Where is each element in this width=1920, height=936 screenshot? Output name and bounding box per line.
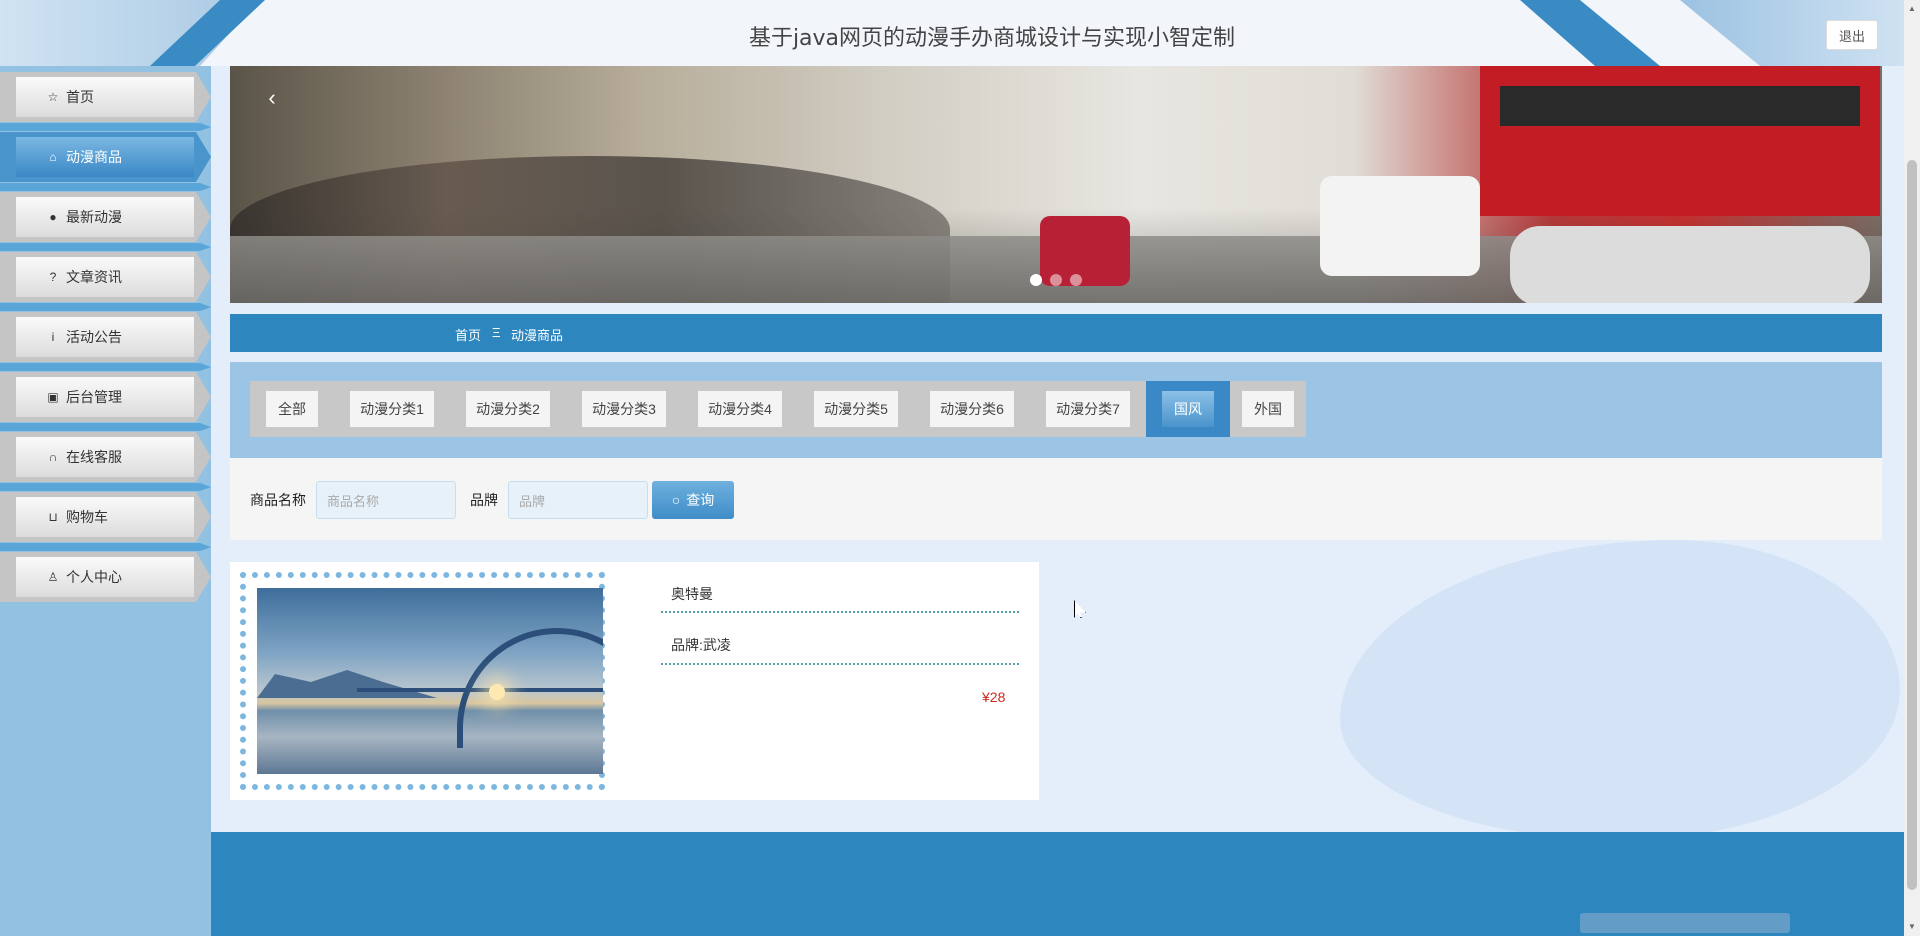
sidebar-item-label: 购物车: [66, 509, 108, 525]
product-name[interactable]: 奥特曼: [671, 584, 713, 604]
brand-input[interactable]: 品牌: [508, 481, 648, 519]
banner-photo-bus-window: [1500, 86, 1860, 126]
tab-label: 动漫分类6: [930, 391, 1014, 427]
background-decoration: [1340, 540, 1900, 840]
sidebar-item-announcements[interactable]: i 活动公告: [0, 312, 211, 362]
site-title: 基于java网页的动漫手办商城设计与实现小智定制: [748, 26, 1236, 51]
sidebar-item-label: 后台管理: [66, 389, 122, 405]
nav-divider: [0, 363, 211, 371]
tab-label: 外国: [1242, 391, 1294, 427]
logout-button[interactable]: 退出: [1826, 20, 1878, 50]
tab-category-all[interactable]: 全部: [250, 381, 334, 437]
carousel-dots: [1030, 274, 1082, 286]
tab-label: 动漫分类7: [1046, 391, 1130, 427]
product-name-label: 商品名称: [250, 492, 306, 508]
question-icon: ?: [49, 270, 57, 284]
tab-category-7[interactable]: 动漫分类7: [1030, 381, 1146, 437]
search-icon: ○: [671, 492, 681, 508]
carousel-dot[interactable]: [1030, 274, 1042, 286]
sidebar-item-label: 首页: [66, 89, 94, 105]
banner-photo-car: [1510, 226, 1870, 303]
product-price: ¥28: [982, 689, 1006, 705]
sidebar-item-label: 在线客服: [66, 449, 122, 465]
sidebar-item-label: 文章资讯: [66, 269, 122, 285]
breadcrumb-separator: Ξ: [492, 325, 501, 340]
tab-category-foreign[interactable]: 外国: [1230, 381, 1306, 437]
category-tabs: 全部 动漫分类1 动漫分类2 动漫分类3 动漫分类4 动漫分类5 动漫分类6 动…: [230, 362, 1882, 458]
scroll-down-arrow[interactable]: ▼: [1908, 922, 1916, 931]
sidebar-item-profile[interactable]: ♙ 个人中心: [0, 552, 211, 602]
tab-category-4[interactable]: 动漫分类4: [682, 381, 798, 437]
search-button[interactable]: ○ 查询: [652, 481, 734, 519]
breadcrumb: 首页 Ξ 动漫商品: [230, 314, 1882, 352]
nav-divider: [0, 123, 211, 131]
sidebar-item-label: 最新动漫: [66, 209, 122, 225]
header: 基于java网页的动漫手办商城设计与实现小智定制 退出: [0, 0, 1904, 66]
search-button-label: 查询: [686, 492, 715, 508]
sidebar-item-products[interactable]: ⌂ 动漫商品: [0, 132, 211, 182]
tab-category-1[interactable]: 动漫分类1: [334, 381, 450, 437]
sidebar-item-label: 活动公告: [66, 329, 122, 345]
scroll-up-arrow[interactable]: ▲: [1908, 4, 1916, 13]
sidebar-item-home[interactable]: ☆ 首页: [0, 72, 211, 122]
briefcase-icon: ▣: [47, 390, 59, 404]
star-icon: ☆: [47, 90, 59, 104]
nav-divider: [0, 483, 211, 491]
sidebar-item-support[interactable]: ∩ 在线客服: [0, 432, 211, 482]
banner-photo-van: [1320, 176, 1480, 276]
tab-category-6[interactable]: 动漫分类6: [914, 381, 1030, 437]
nav-divider: [0, 543, 211, 551]
bag-icon: ⌂: [49, 150, 57, 164]
ime-toolbar[interactable]: [1580, 913, 1790, 933]
carousel-banner[interactable]: ‹: [230, 66, 1882, 303]
tab-category-2[interactable]: 动漫分类2: [450, 381, 566, 437]
brand-label: 品牌: [470, 492, 498, 508]
sidebar-item-latest-anime[interactable]: ● 最新动漫: [0, 192, 211, 242]
product-card[interactable]: 奥特曼 品牌:武凌 ¥28: [230, 562, 1039, 800]
tab-label: 动漫分类3: [582, 391, 666, 427]
cart-icon: ⊔: [48, 510, 58, 524]
sidebar-item-label: 个人中心: [66, 569, 122, 585]
nav-divider: [0, 243, 211, 251]
nav-divider: [0, 303, 211, 311]
sidebar-item-label: 动漫商品: [66, 149, 122, 165]
mouse-cursor: [1074, 600, 1086, 618]
carousel-dot[interactable]: [1070, 274, 1082, 286]
sidebar-item-articles[interactable]: ? 文章资讯: [0, 252, 211, 302]
tab-category-5[interactable]: 动漫分类5: [798, 381, 914, 437]
user-icon: ♙: [47, 570, 59, 584]
alert-icon: ●: [49, 210, 57, 224]
tab-label: 动漫分类4: [698, 391, 782, 427]
sidebar-nav: ☆ 首页 ⌂ 动漫商品 ● 最新动漫 ? 文章资讯 i 活动公告 ▣ 后台管理 ∩ 在线客服 …: [0, 66, 211, 936]
nav-divider: [0, 183, 211, 191]
headset-icon: ∩: [48, 450, 58, 464]
tab-category-guofeng[interactable]: 国风: [1146, 381, 1230, 437]
sidebar-item-admin[interactable]: ▣ 后台管理: [0, 372, 211, 422]
divider: [661, 663, 1019, 665]
divider: [661, 611, 1019, 613]
tab-label: 国风: [1162, 391, 1214, 427]
breadcrumb-home-link[interactable]: 首页: [455, 325, 481, 344]
sidebar-item-cart[interactable]: ⊔ 购物车: [0, 492, 211, 542]
tab-label: 动漫分类2: [466, 391, 550, 427]
product-name-input[interactable]: 商品名称: [316, 481, 456, 519]
info-icon: i: [51, 330, 55, 344]
carousel-dot[interactable]: [1050, 274, 1062, 286]
scrollbar-thumb[interactable]: [1907, 160, 1917, 890]
breadcrumb-current: 动漫商品: [511, 328, 564, 343]
nav-divider: [0, 423, 211, 431]
tab-label: 全部: [266, 391, 318, 427]
product-brand: 品牌:武凌: [671, 637, 731, 653]
search-bar: 商品名称 商品名称 品牌 品牌 ○ 查询: [230, 458, 1882, 540]
carousel-prev-arrow[interactable]: ‹: [260, 86, 284, 110]
product-image[interactable]: [257, 588, 603, 774]
tab-label: 动漫分类1: [350, 391, 434, 427]
tab-category-3[interactable]: 动漫分类3: [566, 381, 682, 437]
tab-label: 动漫分类5: [814, 391, 898, 427]
